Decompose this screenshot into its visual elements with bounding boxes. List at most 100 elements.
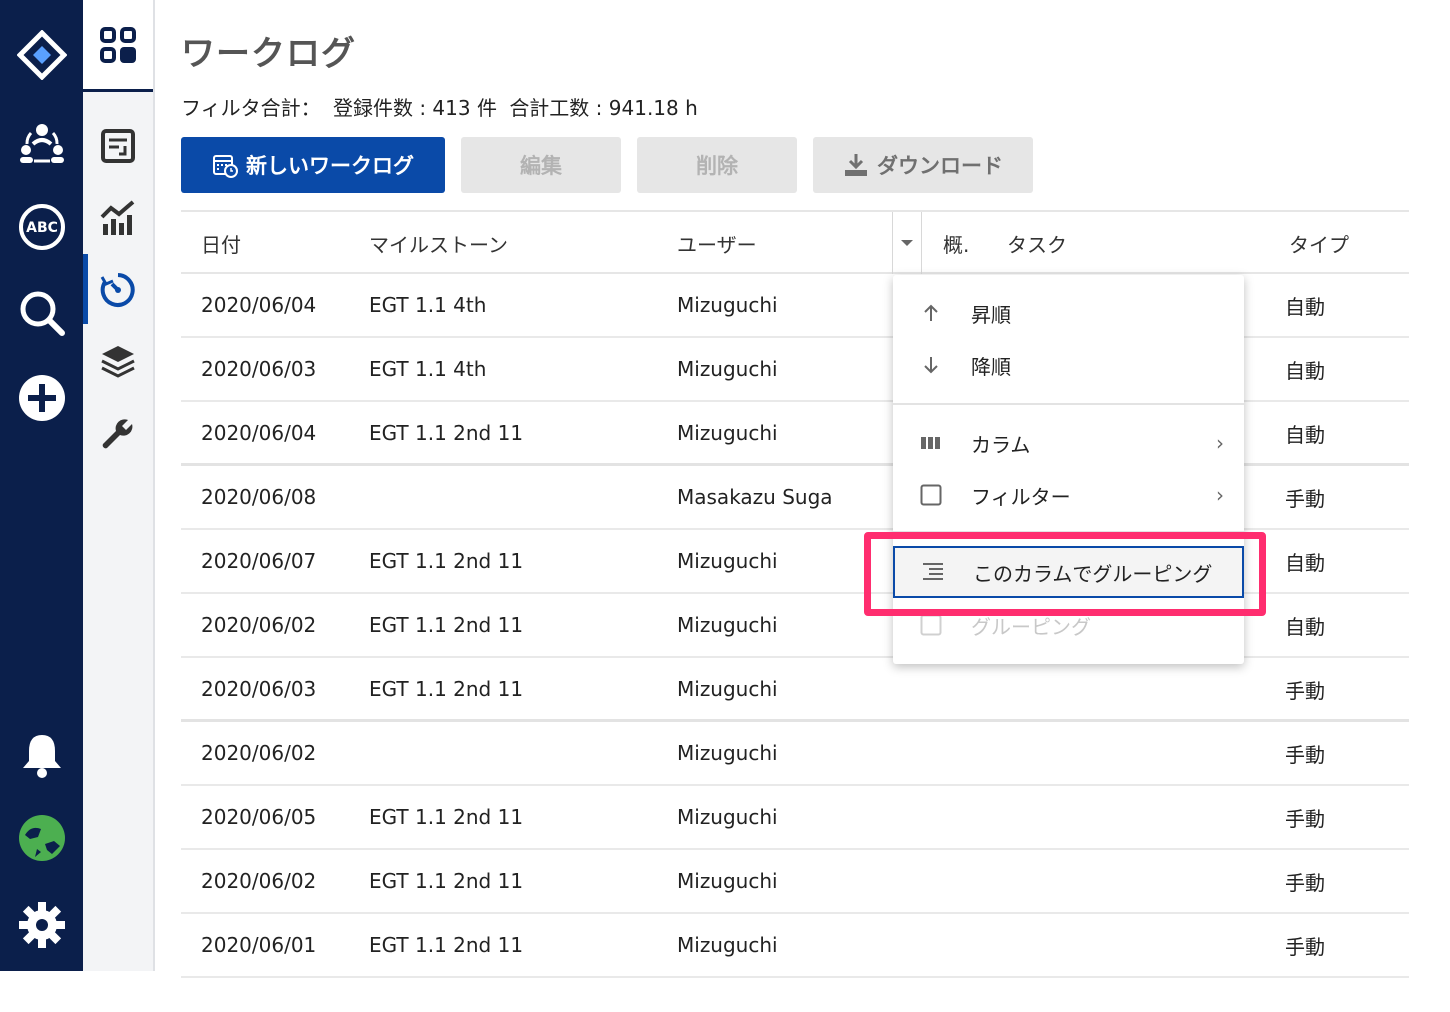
column-menu-button[interactable] [892, 212, 922, 274]
cell-type: 手動 [1285, 486, 1325, 511]
cell-date: 2020/06/01 [201, 933, 317, 957]
worklog-timer-icon[interactable] [83, 254, 153, 326]
new-worklog-button[interactable]: 新しいワークログ [181, 137, 445, 193]
menu-sort-desc-label: 降順 [971, 354, 1011, 379]
cell-date: 2020/06/02 [201, 869, 317, 893]
cell-user: Mizuguchi [677, 613, 778, 637]
menu-sort-desc[interactable]: 降順 [893, 339, 1244, 391]
chevron-right-icon: › [1216, 431, 1224, 455]
cell-milestone: EGT 1.1 2nd 11 [369, 421, 524, 445]
cell-user: Masakazu Suga [677, 485, 833, 509]
table-row[interactable]: 2020/06/03 EGT 1.1 2nd 11 Mizuguchi 手動 [181, 658, 1409, 722]
menu-columns-label: カラム [971, 432, 1031, 457]
logo-icon[interactable] [0, 20, 83, 90]
menu-filter-label: フィルター [971, 484, 1071, 509]
bell-icon[interactable] [0, 720, 83, 790]
abc-icon[interactable]: ABC [0, 192, 83, 262]
menu-columns[interactable]: カラム › [893, 417, 1244, 469]
cell-type: 自動 [1285, 294, 1325, 319]
cell-user: Mizuguchi [677, 357, 778, 381]
team-icon[interactable] [0, 107, 83, 177]
cell-type: 自動 [1285, 550, 1325, 575]
cell-milestone: EGT 1.1 2nd 11 [369, 805, 524, 829]
cell-date: 2020/06/07 [201, 549, 317, 573]
edit-button[interactable]: 編集 [461, 137, 621, 193]
cell-user: Mizuguchi [677, 549, 778, 573]
menu-sort-asc-label: 昇順 [971, 302, 1011, 327]
header-user[interactable]: ユーザー [677, 212, 757, 274]
wrench-icon[interactable] [83, 398, 153, 470]
cell-milestone: EGT 1.1 4th [369, 293, 487, 317]
cell-date: 2020/06/04 [201, 293, 317, 317]
delete-button[interactable]: 削除 [637, 137, 797, 193]
download-icon [845, 154, 867, 176]
header-milestone[interactable]: マイルストーン [369, 212, 508, 274]
calendar-clock-icon [213, 155, 238, 178]
cell-type: 手動 [1285, 870, 1325, 895]
cell-milestone: EGT 1.1 2nd 11 [369, 869, 524, 893]
cell-date: 2020/06/02 [201, 741, 317, 765]
apps-grid-icon[interactable] [83, 0, 153, 92]
cell-milestone: EGT 1.1 2nd 11 [369, 613, 524, 637]
edit-label: 編集 [520, 154, 562, 178]
cell-user: Mizuguchi [677, 293, 778, 317]
cell-date: 2020/06/04 [201, 421, 317, 445]
cell-type: 手動 [1285, 678, 1325, 703]
annotation-highlight-box [864, 532, 1266, 616]
cell-type: 自動 [1285, 422, 1325, 447]
add-icon[interactable] [0, 363, 83, 433]
cell-date: 2020/06/08 [201, 485, 317, 509]
cell-date: 2020/06/03 [201, 357, 317, 381]
cell-date: 2020/06/05 [201, 805, 317, 829]
table-row[interactable]: 2020/06/01 EGT 1.1 2nd 11 Mizuguchi 手動 [181, 914, 1409, 978]
chevron-right-icon: › [1216, 483, 1224, 507]
cell-milestone: EGT 1.1 2nd 11 [369, 933, 524, 957]
download-button[interactable]: ダウンロード [813, 137, 1033, 193]
header-date[interactable]: 日付 [201, 212, 241, 274]
cell-user: Mizuguchi [677, 869, 778, 893]
cell-type: 自動 [1285, 358, 1325, 383]
summary-count: 登録件数 : 413 件 [332, 96, 497, 120]
cell-milestone: EGT 1.1 2nd 11 [369, 549, 524, 573]
cell-milestone: EGT 1.1 4th [369, 357, 487, 381]
cell-type: 手動 [1285, 934, 1325, 959]
delete-label: 削除 [696, 154, 738, 178]
cell-type: 手動 [1285, 742, 1325, 767]
cell-user: Mizuguchi [677, 677, 778, 701]
menu-filter[interactable]: フィルター › [893, 469, 1244, 521]
menu-sort-asc[interactable]: 昇順 [893, 287, 1244, 339]
report-icon[interactable] [83, 110, 153, 182]
summary-total: 合計工数 : 941.18 h [509, 96, 698, 120]
table-header: 日付 マイルストーン ユーザー 概. タスク タイプ [181, 210, 1409, 274]
menu-divider [893, 403, 1244, 405]
header-task[interactable]: タスク [1007, 212, 1067, 274]
table-row[interactable]: 2020/06/02 Mizuguchi 手動 [181, 722, 1409, 786]
settings-icon[interactable] [0, 890, 83, 960]
layers-icon[interactable] [83, 326, 153, 398]
caret-down-icon [901, 240, 913, 246]
cell-user: Mizuguchi [677, 421, 778, 445]
download-label: ダウンロード [877, 154, 1003, 178]
arrow-up-icon [919, 301, 943, 325]
analytics-icon[interactable] [83, 182, 153, 254]
toolbar: 新しいワークログ 編集 削除 ダウンロード [181, 137, 1081, 193]
new-worklog-label: 新しいワークログ [246, 154, 414, 178]
checkbox-icon [919, 613, 943, 637]
header-type[interactable]: タイプ [1289, 212, 1349, 274]
primary-nav: ABC [0, 0, 83, 971]
filter-summary: フィルタ合計： 登録件数 : 413 件 合計工数 : 941.18 h [181, 92, 704, 121]
header-summary[interactable]: 概. [943, 212, 969, 274]
svg-text:ABC: ABC [26, 220, 58, 236]
table-row[interactable]: 2020/06/02 EGT 1.1 2nd 11 Mizuguchi 手動 [181, 850, 1409, 914]
secondary-nav [83, 0, 155, 971]
arrow-down-icon [919, 353, 943, 377]
cell-milestone: EGT 1.1 2nd 11 [369, 677, 524, 701]
search-icon[interactable] [0, 278, 83, 348]
globe-icon[interactable] [0, 803, 83, 873]
cell-date: 2020/06/03 [201, 677, 317, 701]
cell-user: Mizuguchi [677, 805, 778, 829]
cell-type: 手動 [1285, 806, 1325, 831]
cell-user: Mizuguchi [677, 933, 778, 957]
table-row[interactable]: 2020/06/05 EGT 1.1 2nd 11 Mizuguchi 手動 [181, 786, 1409, 850]
cell-type: 自動 [1285, 614, 1325, 639]
